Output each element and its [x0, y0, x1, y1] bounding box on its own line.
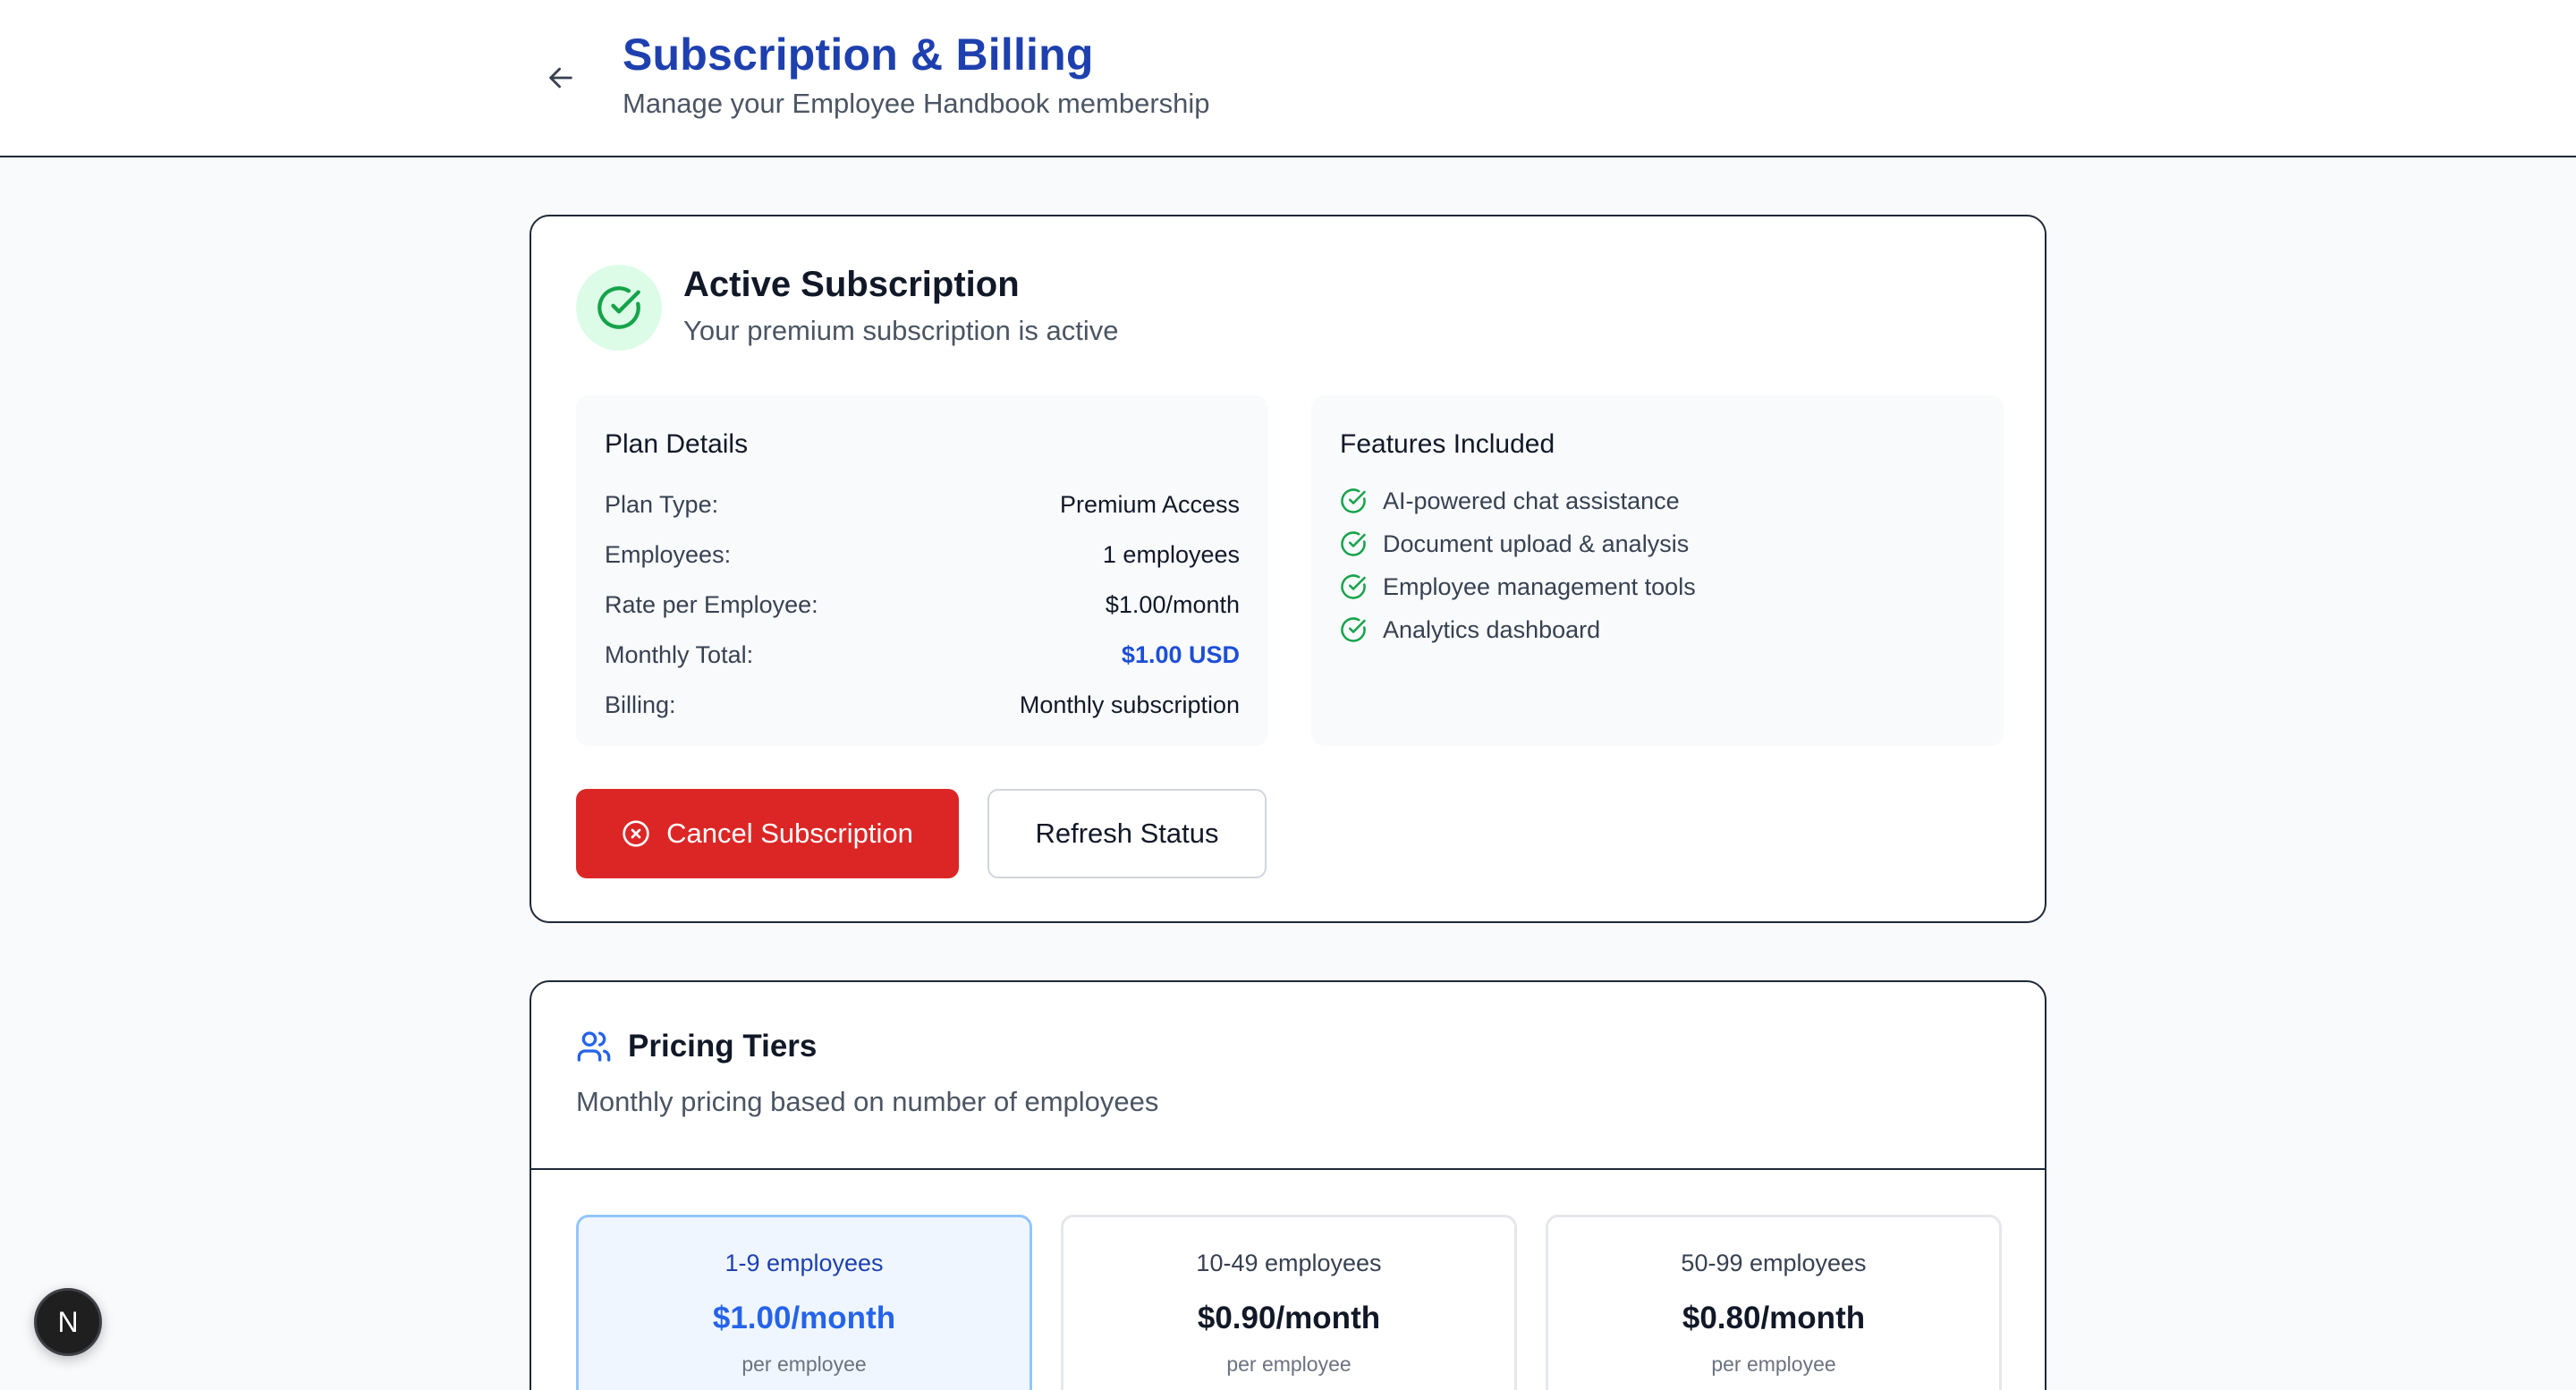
rate-row: Rate per Employee: $1.00/month — [605, 580, 1240, 630]
dev-tools-badge[interactable]: N — [34, 1288, 102, 1356]
feature-item: Document upload & analysis — [1340, 522, 1975, 565]
tier-range: 1-9 employees — [724, 1250, 884, 1276]
check-circle-icon — [597, 286, 640, 329]
check-circle-icon — [1341, 574, 1366, 599]
users-icon — [577, 1031, 611, 1062]
feature-item: Employee management tools — [1340, 565, 1975, 608]
pricing-tier-1-9[interactable]: 1-9 employees $1.00/month per employee — [576, 1215, 1032, 1390]
check-circle-icon — [1341, 617, 1366, 642]
tier-price: $0.80/month — [1682, 1301, 1866, 1335]
features-panel: Features Included AI-powered chat assist… — [1311, 395, 2004, 746]
pricing-tiers-card: Pricing Tiers Monthly pricing based on n… — [530, 980, 2046, 1390]
pricing-header: Pricing Tiers — [576, 1029, 817, 1064]
feature-label: AI-powered chat assistance — [1383, 487, 1680, 514]
detail-value: 1 employees — [1102, 540, 1240, 568]
detail-value: Premium Access — [1059, 490, 1240, 518]
pricing-tier-10-49[interactable]: 10-49 employees $0.90/month per employee — [1061, 1215, 1517, 1390]
monthly-total-row: Monthly Total: $1.00 USD — [605, 630, 1240, 680]
plan-details-panel: Plan Details Plan Type: Premium Access E… — [576, 395, 1268, 746]
tier-range: 10-49 employees — [1196, 1250, 1382, 1276]
billing-row: Billing: Monthly subscription — [605, 680, 1240, 730]
cancel-subscription-label: Cancel Subscription — [666, 818, 913, 849]
tier-unit: per employee — [1711, 1352, 1836, 1376]
detail-label: Employees: — [605, 540, 732, 568]
check-circle-icon — [1341, 531, 1366, 556]
active-subscription-card: Active Subscription Your premium subscri… — [530, 215, 2046, 923]
employees-row: Employees: 1 employees — [605, 530, 1240, 580]
feature-label: Analytics dashboard — [1383, 615, 1601, 643]
arrow-left-icon — [549, 67, 572, 89]
pricing-subtitle: Monthly pricing based on number of emplo… — [576, 1086, 1159, 1117]
feature-item: AI-powered chat assistance — [1340, 479, 1975, 522]
detail-label: Monthly Total: — [605, 640, 754, 668]
tier-price: $1.00/month — [712, 1301, 896, 1335]
page-subtitle: Manage your Employee Handbook membership — [623, 88, 1210, 119]
detail-label: Rate per Employee: — [605, 590, 818, 618]
plan-type-row: Plan Type: Premium Access — [605, 479, 1240, 530]
features-heading: Features Included — [1340, 429, 1555, 459]
pricing-tier-50-99[interactable]: 50-99 employees $0.80/month per employee — [1546, 1215, 2002, 1390]
cancel-subscription-button[interactable]: Cancel Subscription — [576, 789, 959, 878]
tier-range: 50-99 employees — [1681, 1250, 1867, 1276]
tier-unit: per employee — [1226, 1352, 1352, 1376]
detail-label: Billing: — [605, 691, 676, 718]
monthly-total-value: $1.00 USD — [1121, 640, 1240, 668]
plan-details-heading: Plan Details — [605, 429, 749, 459]
tier-price: $0.90/month — [1197, 1301, 1381, 1335]
back-button[interactable] — [542, 59, 580, 97]
divider — [531, 1168, 2045, 1170]
feature-label: Document upload & analysis — [1383, 530, 1690, 557]
page-header: Subscription & Billing Manage your Emplo… — [0, 0, 2576, 157]
detail-label: Plan Type: — [605, 490, 719, 518]
refresh-status-button[interactable]: Refresh Status — [987, 789, 1267, 878]
feature-item: Analytics dashboard — [1340, 608, 1975, 651]
tier-unit: per employee — [741, 1352, 867, 1376]
check-circle-icon — [1341, 488, 1366, 513]
detail-value: $1.00/month — [1105, 590, 1240, 618]
detail-value: Monthly subscription — [1019, 691, 1240, 718]
pricing-title: Pricing Tiers — [628, 1029, 818, 1064]
page-title: Subscription & Billing — [623, 30, 1094, 80]
status-indicator — [576, 265, 662, 351]
subscription-status-subtitle: Your premium subscription is active — [683, 315, 1119, 346]
x-circle-icon — [623, 820, 649, 847]
subscription-status-title: Active Subscription — [683, 265, 1020, 304]
feature-label: Employee management tools — [1383, 572, 1696, 600]
